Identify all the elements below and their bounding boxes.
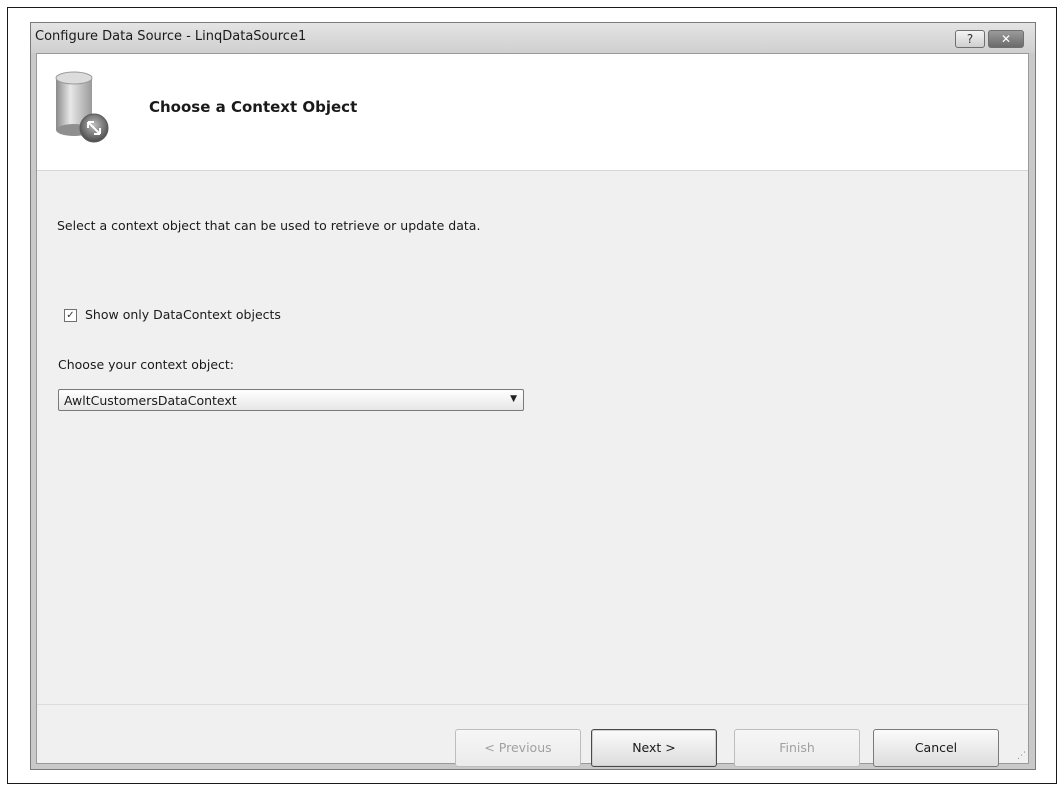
show-only-datacontext-label[interactable]: Show only DataContext objects xyxy=(85,307,281,322)
dialog-window: Configure Data Source - LinqDataSource1 … xyxy=(30,22,1036,770)
window-title: Configure Data Source - LinqDataSource1 xyxy=(35,29,307,44)
cancel-button[interactable]: Cancel xyxy=(873,729,999,767)
previous-button[interactable]: < Previous xyxy=(455,729,581,767)
context-object-select[interactable]: AwltCustomersDataContext ▼ xyxy=(58,389,524,411)
help-button[interactable]: ? xyxy=(955,30,985,48)
chevron-down-icon[interactable]: ▼ xyxy=(510,394,517,404)
dialog-client-area: Choose a Context Object Select a context… xyxy=(36,53,1029,767)
show-only-datacontext-checkbox[interactable]: ✓ xyxy=(64,309,77,322)
context-object-label: Choose your context object: xyxy=(58,357,235,372)
wizard-header: Choose a Context Object xyxy=(37,54,1028,171)
footer-divider xyxy=(37,704,1028,705)
resize-grip-icon[interactable]: ⋰ xyxy=(1017,751,1026,761)
close-button[interactable]: ✕ xyxy=(988,30,1024,48)
database-wizard-icon xyxy=(55,71,109,143)
description-text: Select a context object that can be used… xyxy=(57,218,481,233)
context-object-value: AwltCustomersDataContext xyxy=(64,393,237,408)
title-bar[interactable]: Configure Data Source - LinqDataSource1 … xyxy=(31,23,1035,53)
next-button[interactable]: Next > xyxy=(591,729,717,767)
page-title: Choose a Context Object xyxy=(149,98,358,116)
finish-button[interactable]: Finish xyxy=(734,729,860,767)
